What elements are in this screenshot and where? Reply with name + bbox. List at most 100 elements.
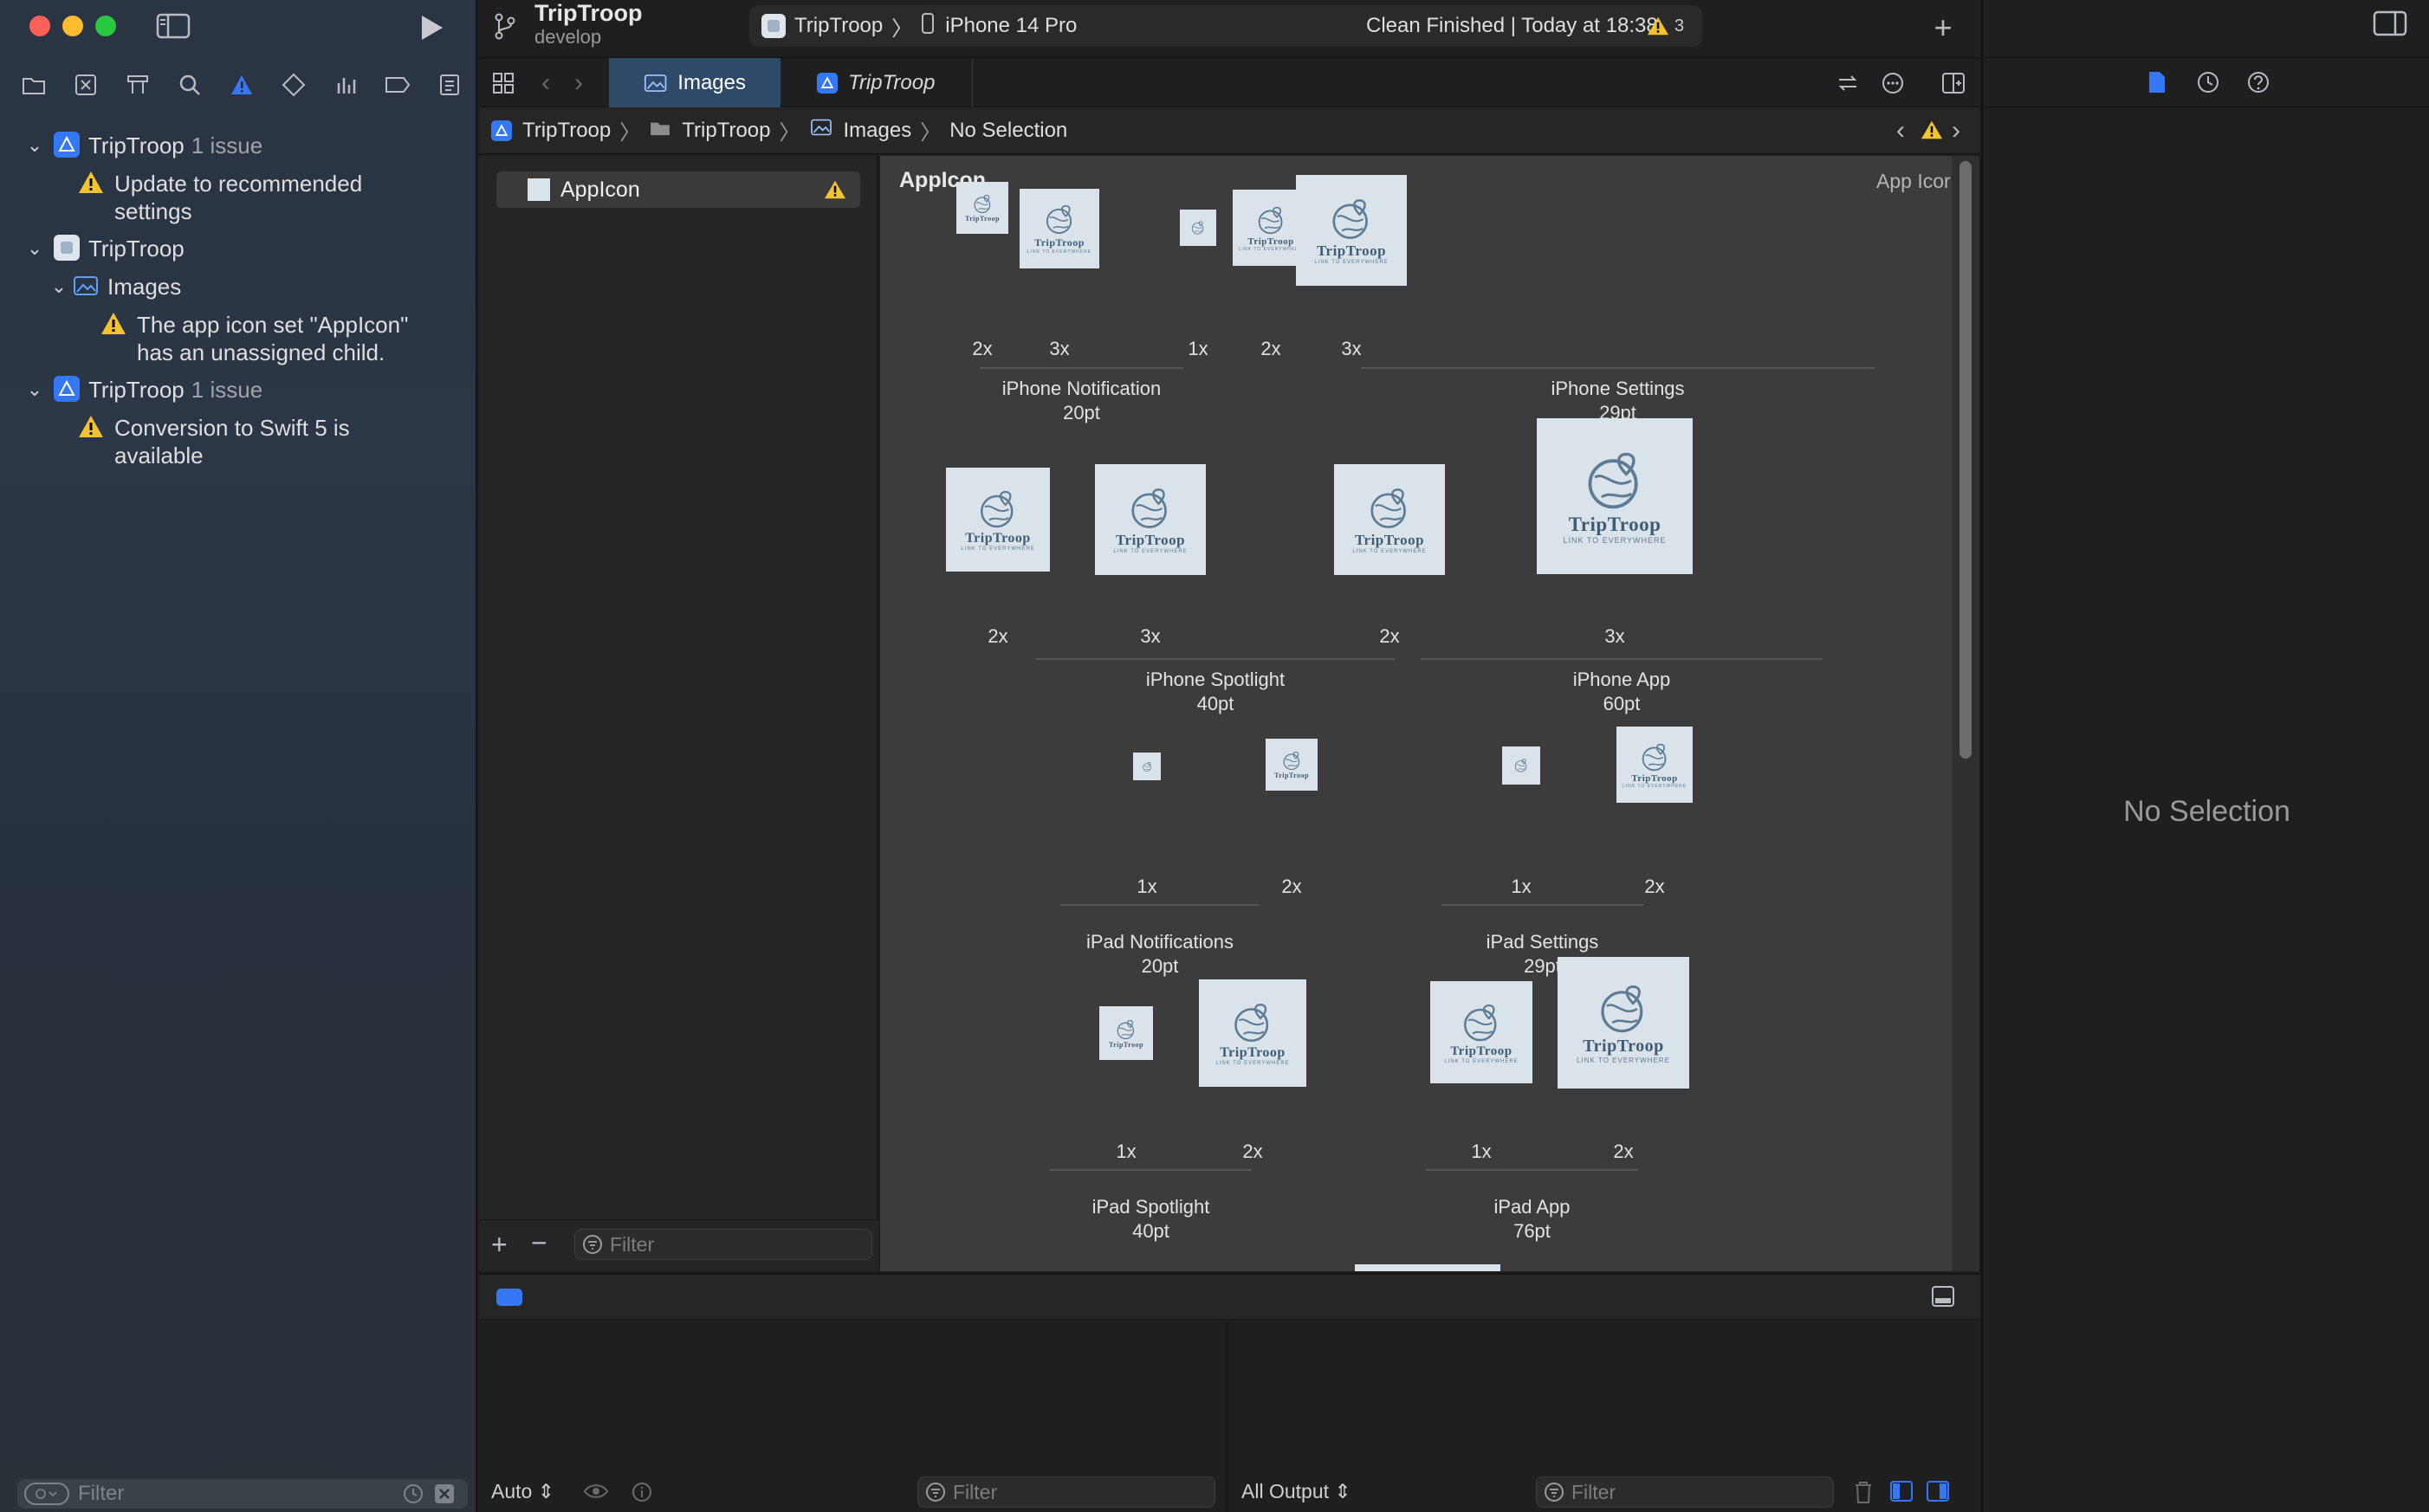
issue-filter-icon[interactable]	[433, 1483, 456, 1511]
app-icon-image[interactable]: TripTroop	[1099, 1006, 1153, 1060]
add-asset-icon[interactable]: +	[491, 1229, 508, 1261]
logo-wordmark: TripTroop	[1450, 1044, 1512, 1058]
navigator-filter[interactable]: Filter	[17, 1479, 468, 1509]
logo-wordmark: TripTroop	[1273, 772, 1310, 779]
inspector-selector-bar	[1983, 57, 2429, 107]
zoom-window-button[interactable]	[95, 16, 116, 36]
scheme-activity-area: TripTroop 〉 iPhone 14 Pro Clean Finished…	[749, 5, 1702, 47]
split-editor-icon[interactable]	[1936, 67, 1971, 100]
trash-icon[interactable]	[1853, 1480, 1874, 1509]
issue-group-triptroop-2[interactable]: ⌄ TripTroop 1 issue	[24, 376, 262, 404]
breadcrumb-selection[interactable]: No Selection	[949, 119, 1067, 143]
chevron-down-icon[interactable]: ⌄	[24, 235, 45, 262]
app-icon-image[interactable]: TripTroop LINK TO EVERYWHERE	[1296, 175, 1407, 286]
search-icon[interactable]	[168, 62, 211, 107]
auto-scope-selector[interactable]: Auto ⇕	[491, 1480, 554, 1503]
related-items-icon[interactable]	[486, 67, 521, 100]
close-window-button[interactable]	[29, 16, 50, 36]
back-icon[interactable]: ‹	[533, 67, 559, 100]
report-navigator-icon[interactable]	[428, 62, 471, 107]
next-issue-icon[interactable]: ›	[1952, 116, 1960, 145]
scheme-target[interactable]: TripTroop	[794, 14, 883, 38]
tab-triptroop[interactable]: TripTroop	[782, 58, 973, 108]
recent-filter-icon[interactable]	[402, 1483, 424, 1511]
forward-icon[interactable]: ›	[566, 67, 592, 100]
logo-wordmark: TripTroop	[1034, 236, 1085, 249]
branch-name[interactable]: develop	[534, 26, 601, 48]
symbol-navigator-icon[interactable]	[116, 62, 159, 107]
filter-menu-icon[interactable]	[24, 1483, 69, 1505]
issue-group-triptroop[interactable]: ⌄ TripTroop 1 issue	[24, 132, 262, 159]
show-variables-icon[interactable]	[1889, 1480, 1914, 1507]
info-icon[interactable]	[632, 1482, 652, 1507]
run-icon[interactable]	[412, 10, 450, 45]
slot-group-divider	[1036, 658, 1395, 660]
app-icon-image[interactable]: TripTroop LINK TO EVERYWHERE	[1430, 981, 1532, 1083]
breadcrumb-project[interactable]: TripTroop	[522, 119, 611, 143]
canvas-scrollbar-thumb[interactable]	[1959, 161, 1972, 759]
app-icon-image[interactable]: TripTroop LINK TO EVERYWHERE	[1095, 464, 1206, 575]
show-console-icon[interactable]	[1926, 1480, 1950, 1507]
console-filter-input[interactable]: Filter	[1536, 1476, 1834, 1508]
chevron-down-icon[interactable]: ⌄	[24, 376, 45, 404]
issue-item[interactable]: Conversion to Swift 5 is available	[78, 414, 350, 469]
breadcrumb-catalog[interactable]: Images	[844, 119, 912, 143]
refresh-icon[interactable]	[1830, 67, 1865, 100]
logo-tagline: LINK TO EVERYWHERE	[1352, 549, 1427, 554]
breakpoint-navigator-icon[interactable]	[376, 62, 419, 107]
variables-filter-input[interactable]: Filter	[917, 1476, 1215, 1508]
globe-logo-icon	[1046, 205, 1072, 235]
app-icon-image[interactable]	[1133, 753, 1161, 780]
jump-bar: TripTroop 〉 TripTroop 〉 Images 〉 No Sele…	[479, 107, 1979, 154]
editor-tab-bar: ‹ › Images TripTroop	[479, 57, 1979, 108]
slot-group-title: iPhone App 60pt	[1421, 668, 1823, 716]
help-inspector-icon[interactable]	[2246, 70, 2270, 99]
source-control-icon[interactable]	[64, 62, 107, 107]
issue-item[interactable]: The app icon set "AppIcon" has an unassi…	[100, 311, 408, 366]
asset-filter-input[interactable]: Filter	[574, 1229, 872, 1260]
inspector-toggle-icon[interactable]	[2373, 10, 2407, 41]
app-icon-image[interactable]: TripTroop LINK TO EVERYWHERE	[1334, 464, 1445, 575]
app-icon-image[interactable]	[1180, 210, 1216, 246]
app-icon-image[interactable]: TripTroop	[956, 182, 1008, 234]
globe-logo-icon	[1464, 1004, 1497, 1041]
issue-group-triptroop-target[interactable]: ⌄ TripTroop	[24, 235, 185, 262]
globe-logo-icon	[1117, 1019, 1135, 1039]
issue-group-images[interactable]: ⌄ Images	[49, 273, 181, 300]
debug-navigator-icon[interactable]	[324, 62, 367, 107]
file-inspector-icon[interactable]	[2147, 70, 2167, 99]
minimize-window-button[interactable]	[62, 16, 83, 36]
breadcrumb-group[interactable]: TripTroop	[682, 119, 770, 143]
history-inspector-icon[interactable]	[2196, 70, 2220, 99]
app-icon-image[interactable]: TripTroop	[1266, 739, 1318, 791]
scheme-device[interactable]: iPhone 14 Pro	[945, 14, 1077, 38]
remove-asset-icon[interactable]: −	[531, 1227, 547, 1259]
chevron-down-icon[interactable]: ⌄	[49, 273, 69, 300]
app-icon-image[interactable]: TripTroop LINK TO EVERYWHERE	[946, 468, 1050, 572]
asset-item-appicon[interactable]: AppIcon	[496, 171, 860, 208]
issue-navigator-icon[interactable]	[220, 62, 263, 107]
app-icon-image[interactable]: TripTroop LINK TO EVERYWHERE	[1199, 979, 1306, 1087]
folder-icon[interactable]	[12, 62, 55, 107]
app-icon-image[interactable]	[1502, 746, 1540, 785]
more-options-icon[interactable]	[1875, 67, 1910, 100]
hide-debug-area-icon[interactable]	[1931, 1285, 1955, 1312]
sidebar-toggle-icon[interactable]	[152, 10, 194, 42]
output-selector[interactable]: All Output ⇕	[1241, 1480, 1351, 1503]
device-icon	[921, 12, 935, 41]
test-navigator-icon[interactable]	[272, 62, 315, 107]
debug-area-toggle-icon[interactable]	[496, 1289, 522, 1306]
app-icon-image[interactable]: TripTroop LINK TO EVERYWHERE	[1558, 957, 1689, 1089]
add-icon[interactable]: +	[1926, 10, 1960, 45]
issue-item[interactable]: Update to recommended settings	[78, 170, 362, 225]
app-icon-image[interactable]: TripTroop LINK TO EVERYWHERE	[1020, 189, 1099, 268]
eye-icon[interactable]	[583, 1482, 609, 1505]
tab-images[interactable]: Images	[609, 58, 781, 108]
previous-issue-icon[interactable]: ‹	[1896, 116, 1905, 145]
app-icon-image[interactable]: TripTroop LINK TO EVERYWHERE	[1537, 418, 1693, 574]
warning-badge[interactable]: 3	[1647, 16, 1684, 36]
branch-icon[interactable]	[488, 9, 522, 43]
warning-icon[interactable]	[1921, 120, 1943, 140]
chevron-down-icon[interactable]: ⌄	[24, 132, 45, 159]
app-icon-image[interactable]: TripTroop LINK TO EVERYWHERE	[1616, 727, 1693, 803]
